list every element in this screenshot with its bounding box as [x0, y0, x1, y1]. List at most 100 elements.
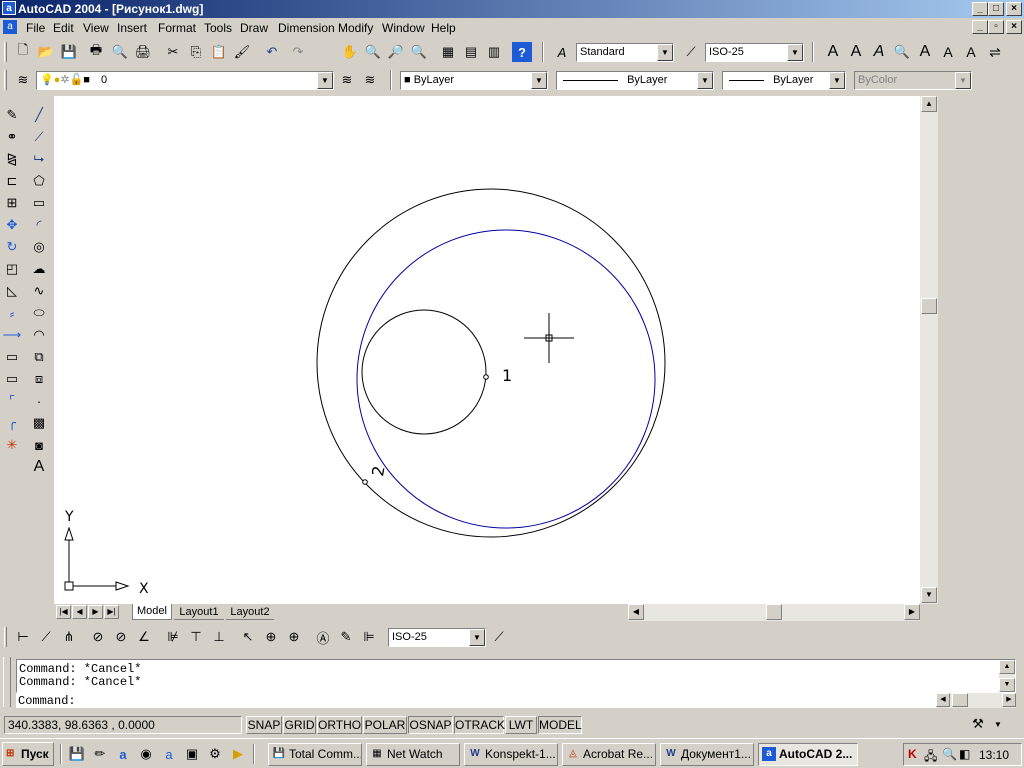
keyboard-layout-icon[interactable]: K	[908, 747, 917, 761]
angular-dim-icon[interactable]: ∠	[134, 627, 154, 647]
scroll-left-button[interactable]: ◀	[936, 693, 950, 707]
save-icon[interactable]: 💾	[59, 42, 79, 62]
scale-text-icon[interactable]: A	[938, 42, 958, 62]
outer-circle[interactable]	[316, 188, 666, 538]
continue-dim-icon[interactable]: ⊥	[209, 627, 229, 647]
dim-style-dialog-icon[interactable]: ⟋	[489, 627, 509, 647]
insert-block-icon[interactable]: ⧉	[28, 346, 50, 368]
tab-model[interactable]: Model	[132, 604, 172, 620]
center-mark-icon[interactable]: ⊕	[284, 627, 304, 647]
command-input-row[interactable]: Command: ◀ ▶	[16, 693, 1016, 708]
horizontal-scroll-thumb[interactable]	[766, 604, 782, 620]
command-scroll-thumb[interactable]	[952, 693, 968, 707]
text-style-select[interactable]: Standard ▼	[576, 43, 674, 62]
text-style-dialog-icon[interactable]: A	[915, 42, 935, 62]
quicklaunch-autocad2-icon[interactable]: a	[159, 744, 179, 764]
mirror-icon[interactable]: ⧎	[1, 148, 23, 170]
hatch-icon[interactable]: ▩	[28, 412, 50, 434]
scroll-right-button[interactable]: ▶	[1002, 693, 1016, 707]
document-icon[interactable]: a	[3, 20, 17, 34]
inner-circle[interactable]	[361, 309, 487, 435]
linetype-select[interactable]: ByLayer ▼	[556, 71, 714, 90]
single-line-text-icon[interactable]: A	[823, 42, 843, 62]
prev-tab-button[interactable]: ◀	[72, 605, 87, 619]
circle-icon[interactable]: ◎	[28, 236, 50, 258]
multiline-text-draw-icon[interactable]: A	[28, 456, 50, 478]
chevron-down-icon[interactable]: ▼	[469, 629, 485, 646]
menu-format[interactable]: Format	[158, 21, 196, 35]
drawing-canvas[interactable]: 1 2 Y X	[54, 96, 920, 604]
status-menu-arrow-icon[interactable]: ▼	[994, 720, 1008, 734]
menu-edit[interactable]: Edit	[53, 21, 74, 35]
break-icon[interactable]: ▭	[1, 368, 23, 390]
next-tab-button[interactable]: ▶	[88, 605, 103, 619]
array-icon[interactable]: ⊞	[1, 192, 23, 214]
break-at-point-icon[interactable]: ▭	[1, 346, 23, 368]
scroll-down-button[interactable]: ▼	[921, 587, 937, 603]
task-total-commander[interactable]: 💾 Total Comm...	[268, 743, 362, 766]
polyline-icon[interactable]: ⮡	[28, 148, 50, 170]
grid-toggle[interactable]: GRID	[283, 716, 316, 734]
lineweight-select[interactable]: ByLayer ▼	[722, 71, 846, 90]
menu-draw[interactable]: Draw	[240, 21, 268, 35]
baseline-dim-icon[interactable]: ⊤	[186, 627, 206, 647]
menu-file[interactable]: File	[26, 21, 45, 35]
menu-help[interactable]: Help	[431, 21, 456, 35]
quicklaunch-app-icon[interactable]: ◉	[136, 744, 156, 764]
menu-dimension[interactable]: Dimension	[278, 21, 335, 35]
zoom-previous-icon[interactable]: 🔍	[409, 42, 429, 62]
task-document[interactable]: W Документ1...	[660, 743, 754, 766]
dim-text-edit-icon[interactable]: ✎	[336, 627, 356, 647]
copy-object-icon[interactable]: ⚭	[1, 126, 23, 148]
task-net-watch[interactable]: ▦ Net Watch	[366, 743, 460, 766]
tab-layout2[interactable]: Layout2	[226, 605, 274, 620]
explode-icon[interactable]: ✳	[1, 434, 23, 456]
revision-cloud-icon[interactable]: ☁	[28, 258, 50, 280]
diameter-dim-icon[interactable]: ⊘	[111, 627, 131, 647]
dim-style-select[interactable]: ISO-25 ▼	[705, 43, 804, 62]
quicklaunch-autocad-icon[interactable]: a	[113, 744, 133, 764]
quicklaunch-images-icon[interactable]: ▣	[182, 744, 202, 764]
print-preview-icon[interactable]: 🔍	[110, 42, 130, 62]
stretch-icon[interactable]: ◺	[1, 280, 23, 302]
layer-select[interactable]: 💡●✲🔓■ 0 ▼	[36, 71, 334, 90]
move-icon[interactable]: ✥	[1, 214, 23, 236]
region-icon[interactable]: ◙	[28, 434, 50, 456]
fillet-icon[interactable]: ╭	[1, 412, 23, 434]
ellipse-arc-icon[interactable]: ◠	[28, 324, 50, 346]
command-window-grip[interactable]	[3, 657, 11, 707]
multiline-text-icon[interactable]: A	[846, 42, 866, 62]
tolerance-icon[interactable]: ⊕	[261, 627, 281, 647]
find-text-icon[interactable]: 🔍	[892, 42, 912, 62]
quicklaunch-pencil-icon[interactable]: ✏	[90, 744, 110, 764]
tool-palettes-icon[interactable]: ▥	[484, 42, 504, 62]
justify-text-icon[interactable]: A	[961, 42, 981, 62]
new-file-icon[interactable]: 🗋	[13, 42, 33, 62]
make-block-icon[interactable]: ⧈	[28, 368, 50, 390]
horizontal-scrollbar[interactable]: ◀ ▶	[628, 604, 920, 621]
color-select[interactable]: ■ ByLayer ▼	[400, 71, 548, 90]
construction-line-icon[interactable]: ⟋	[28, 126, 50, 148]
search-icon[interactable]: 🔍	[942, 747, 957, 761]
chamfer-icon[interactable]: ⌜	[1, 390, 23, 412]
rectangle-icon[interactable]: ▭	[28, 192, 50, 214]
paste-icon[interactable]: 📋	[209, 42, 229, 62]
otrack-toggle[interactable]: OTRACK	[454, 716, 505, 734]
menu-tools[interactable]: Tools	[204, 21, 232, 35]
ellipse-icon[interactable]: ⬭	[28, 302, 50, 324]
scroll-up-button[interactable]: ▲	[921, 96, 937, 112]
task-autocad[interactable]: a AutoCAD 2...	[758, 743, 858, 766]
scroll-left-button[interactable]: ◀	[628, 604, 644, 620]
doc-restore-button[interactable]: ▫	[988, 20, 1004, 34]
vertical-scroll-thumb[interactable]	[921, 298, 937, 314]
publish-icon[interactable]: 🖨	[133, 42, 153, 62]
help-icon[interactable]: ?	[512, 42, 532, 62]
make-current-layer-icon[interactable]: ≋	[337, 70, 357, 90]
coordinates-display[interactable]: 340.3383, 98.6363 , 0.0000	[4, 716, 242, 734]
chevron-down-icon[interactable]: ▼	[317, 72, 333, 89]
quick-dim-icon[interactable]: ⊯	[163, 627, 183, 647]
tab-layout1[interactable]: Layout1	[174, 605, 224, 620]
trim-icon[interactable]: ⸗	[1, 302, 23, 324]
maximize-button[interactable]: □	[988, 2, 1004, 16]
menu-view[interactable]: View	[83, 21, 109, 35]
